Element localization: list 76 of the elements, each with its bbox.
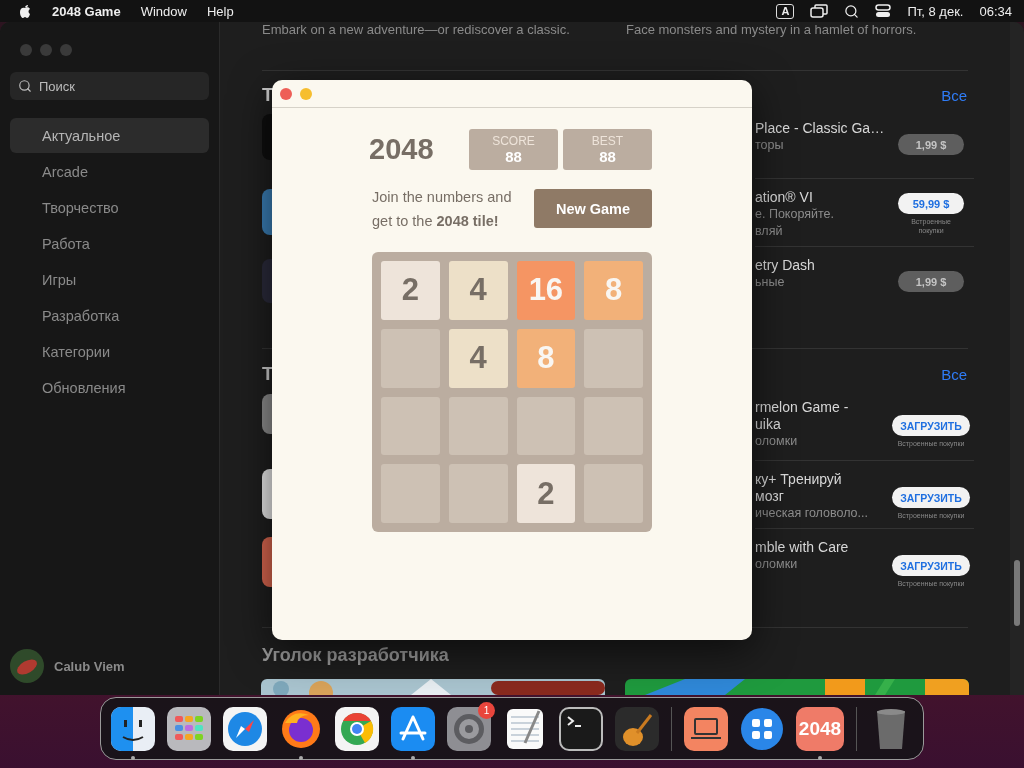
sidebar-item[interactable]: Актуальное [10,118,209,153]
app-title: ку+ Тренируй [755,471,843,488]
menu-item[interactable]: Help [206,3,234,19]
sidebar-item[interactable]: Игры [10,262,209,297]
scrollbar[interactable] [1010,22,1024,695]
menu-time[interactable]: 06:34 [979,3,1012,19]
app-subtitle: е. Покоряйте. [755,206,835,223]
windows-icon[interactable] [810,4,829,18]
game-intro: Join the numbers and get to the 2048 tile! [372,187,513,231]
new-game-button[interactable]: New Game [534,189,652,228]
sidebar-item[interactable]: Работа [10,226,209,261]
laptop-icon[interactable] [684,706,728,751]
section-heading: Уголок разработчика [262,644,450,667]
section-description: Embark on a new adventure—or rediscover a classic. [262,22,571,37]
app-title: etry Dash [755,257,816,274]
section-description: Face monsters and mystery in a hamlet of horrors. [626,22,918,37]
app-subtitle: оломки [755,433,799,450]
app-subtitle: ьные [755,274,786,291]
score-value: 88 [599,147,616,165]
see-all-link[interactable]: Все [941,365,967,383]
score-label: SCORE [492,134,535,148]
app-subtitle: оломки [755,556,799,573]
avatar-icon[interactable] [10,649,44,683]
app-subtitle: торы [755,137,785,154]
apple-logo-icon[interactable] [18,3,32,19]
number-tile: 8 [516,328,576,388]
close-button[interactable] [280,87,292,100]
app-grid-icon[interactable] [740,706,784,751]
get-button[interactable]: ЗАГРУЗИТЬ [892,487,970,508]
menu-item[interactable]: Window [140,3,187,19]
app-subtitle: ическая головоло... [755,505,869,522]
wheel-icon[interactable] [335,706,379,751]
app-title: мозг [755,488,785,505]
terminal-icon[interactable] [559,706,603,751]
app-menu[interactable]: 2048 Game [52,3,121,19]
app-store-icon[interactable] [391,706,435,751]
sidebar-item[interactable]: Разработка [10,298,209,333]
app-icon[interactable] [262,469,272,519]
app-title: uika [755,416,782,433]
number-tile: 8 [584,261,643,320]
price-button[interactable]: 59,99 $ [898,193,964,214]
app-title: ation® VI [755,189,814,206]
app-subtitle: вляй [755,223,784,240]
app-icon[interactable]: 2048 [796,706,844,751]
compass-icon[interactable] [223,706,267,751]
number-tile: 2 [516,464,576,523]
number-tile: 4 [448,261,508,320]
control-center-icon[interactable] [875,4,892,18]
see-all-link[interactable]: Все [941,86,967,104]
sidebar-item[interactable]: Arcade [10,154,209,189]
app-title: Place - Classic Ga… [755,120,886,137]
number-tile: 2 [381,261,440,320]
score-value: 88 [505,147,522,165]
sidebar-item[interactable]: Творчество [10,190,209,225]
settings-icon[interactable] [447,706,491,751]
get-button[interactable]: ЗАГРУЗИТЬ [892,415,970,436]
launchpad-icon[interactable] [167,706,211,751]
get-button[interactable]: ЗАГРУЗИТЬ [892,555,970,576]
finder-icon[interactable] [111,706,155,751]
input-source-indicator[interactable]: A [776,3,795,19]
user-name[interactable]: Calub Viem [54,658,125,674]
search-icon [18,79,32,93]
number-tile: 16 [516,261,576,320]
search-field[interactable]: Поиск [10,72,209,100]
notification-badge: 1 [478,701,495,719]
section-heading: Т [262,363,274,385]
number-tile: 4 [448,328,508,388]
guitar-icon[interactable] [615,706,659,751]
score-label: BEST [591,134,624,148]
app-title: mble with Care [755,539,850,556]
app-title: rmelon Game - [755,399,850,416]
menu-date[interactable]: Пт, 8 дек. [907,3,964,19]
search-icon[interactable] [844,3,860,19]
game-title: 2048 [369,133,434,166]
sidebar-item[interactable]: Категории [10,334,209,369]
sidebar-item[interactable]: Обновления [10,370,209,405]
